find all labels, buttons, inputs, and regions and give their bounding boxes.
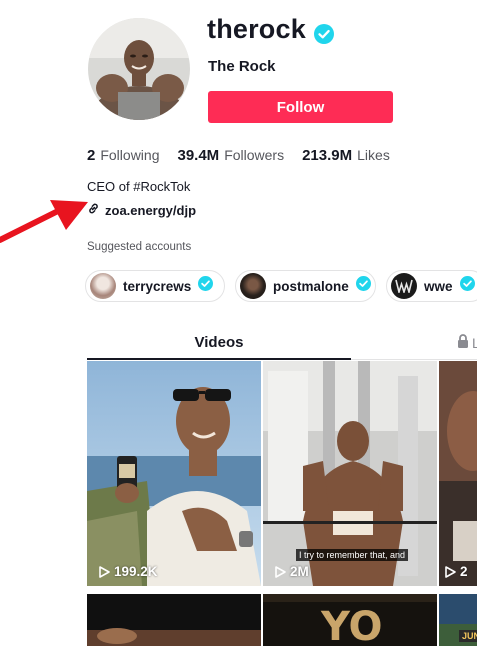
suggested-account-postmalone[interactable]: postmalone — [235, 270, 376, 302]
video-views-count: 2 — [460, 564, 468, 579]
tab-videos[interactable]: Videos — [87, 330, 351, 360]
video-thumbnail[interactable]: YO — [263, 594, 437, 646]
verified-badge-icon — [198, 276, 214, 296]
play-icon — [275, 565, 286, 578]
likes-label: Likes — [357, 147, 390, 163]
stat-following[interactable]: 2 Following — [87, 147, 159, 164]
video-views-count: 2M — [290, 564, 309, 579]
profile-display-name: The Rock — [208, 58, 276, 75]
link-text: zoa.energy/djp — [105, 202, 197, 218]
video-views: 199.2K — [99, 564, 158, 579]
verified-badge-icon — [459, 276, 475, 296]
profile-stats: 2 Following 39.4M Followers 213.9M Likes — [87, 147, 390, 164]
video-views-count: 199.2K — [114, 564, 158, 579]
video-caption: I try to remember that, and — [296, 549, 409, 561]
follow-button[interactable]: Follow — [208, 91, 393, 123]
wwe-logo-icon — [395, 279, 413, 293]
video-thumbnail[interactable]: JUN — [439, 594, 477, 646]
profile-username: therock — [207, 14, 334, 45]
suggested-account-name: wwe — [424, 278, 453, 294]
suggested-account-wwe[interactable]: wwe — [386, 270, 477, 302]
lock-icon — [457, 334, 469, 351]
suggested-accounts-list: terrycrews postmalone wwe — [85, 270, 477, 302]
suggested-account-name: terrycrews — [123, 278, 192, 294]
avatar — [391, 273, 417, 299]
likes-count: 213.9M — [302, 147, 353, 164]
stat-followers[interactable]: 39.4M Followers — [177, 147, 284, 164]
suggested-accounts-title: Suggested accounts — [87, 241, 192, 253]
following-label: Following — [100, 147, 160, 163]
profile-avatar[interactable] — [88, 18, 190, 120]
stat-likes: 213.9M Likes — [302, 147, 390, 164]
tab-videos-label: Videos — [194, 334, 244, 351]
video-thumbnail[interactable]: 2 — [439, 361, 477, 586]
link-icon — [87, 202, 100, 218]
video-thumbnail[interactable]: I try to remember that, and 2M — [263, 361, 437, 586]
profile-tabs: Videos L — [87, 330, 477, 360]
play-icon — [445, 565, 456, 578]
profile-link[interactable]: zoa.energy/djp — [87, 202, 196, 218]
profile-bio: CEO of #RockTok — [87, 179, 191, 194]
tab-liked[interactable]: L — [457, 334, 477, 351]
avatar — [240, 273, 266, 299]
suggested-account-name: postmalone — [273, 278, 349, 294]
video-thumbnail[interactable]: 199.2K — [87, 361, 261, 586]
verified-badge-icon — [313, 20, 334, 44]
suggested-account-terrycrews[interactable]: terrycrews — [85, 270, 225, 302]
avatar — [90, 273, 116, 299]
video-caption: JUN — [459, 630, 477, 642]
verified-badge-icon — [355, 276, 371, 296]
play-icon — [99, 565, 110, 578]
video-grid: 199.2K I try to remember that, and 2M 2 … — [87, 361, 477, 646]
followers-label: Followers — [224, 147, 285, 163]
video-views: 2M — [275, 564, 309, 579]
annotation-arrow-icon — [0, 196, 92, 253]
followers-count: 39.4M — [177, 147, 220, 164]
tab-liked-label: L — [472, 334, 477, 351]
username-text: therock — [207, 14, 306, 44]
tab-active-indicator — [87, 358, 351, 360]
svg-text:YO: YO — [320, 604, 383, 646]
video-views: 2 — [445, 564, 468, 579]
video-thumbnail[interactable] — [87, 594, 261, 646]
following-count: 2 — [87, 147, 96, 164]
